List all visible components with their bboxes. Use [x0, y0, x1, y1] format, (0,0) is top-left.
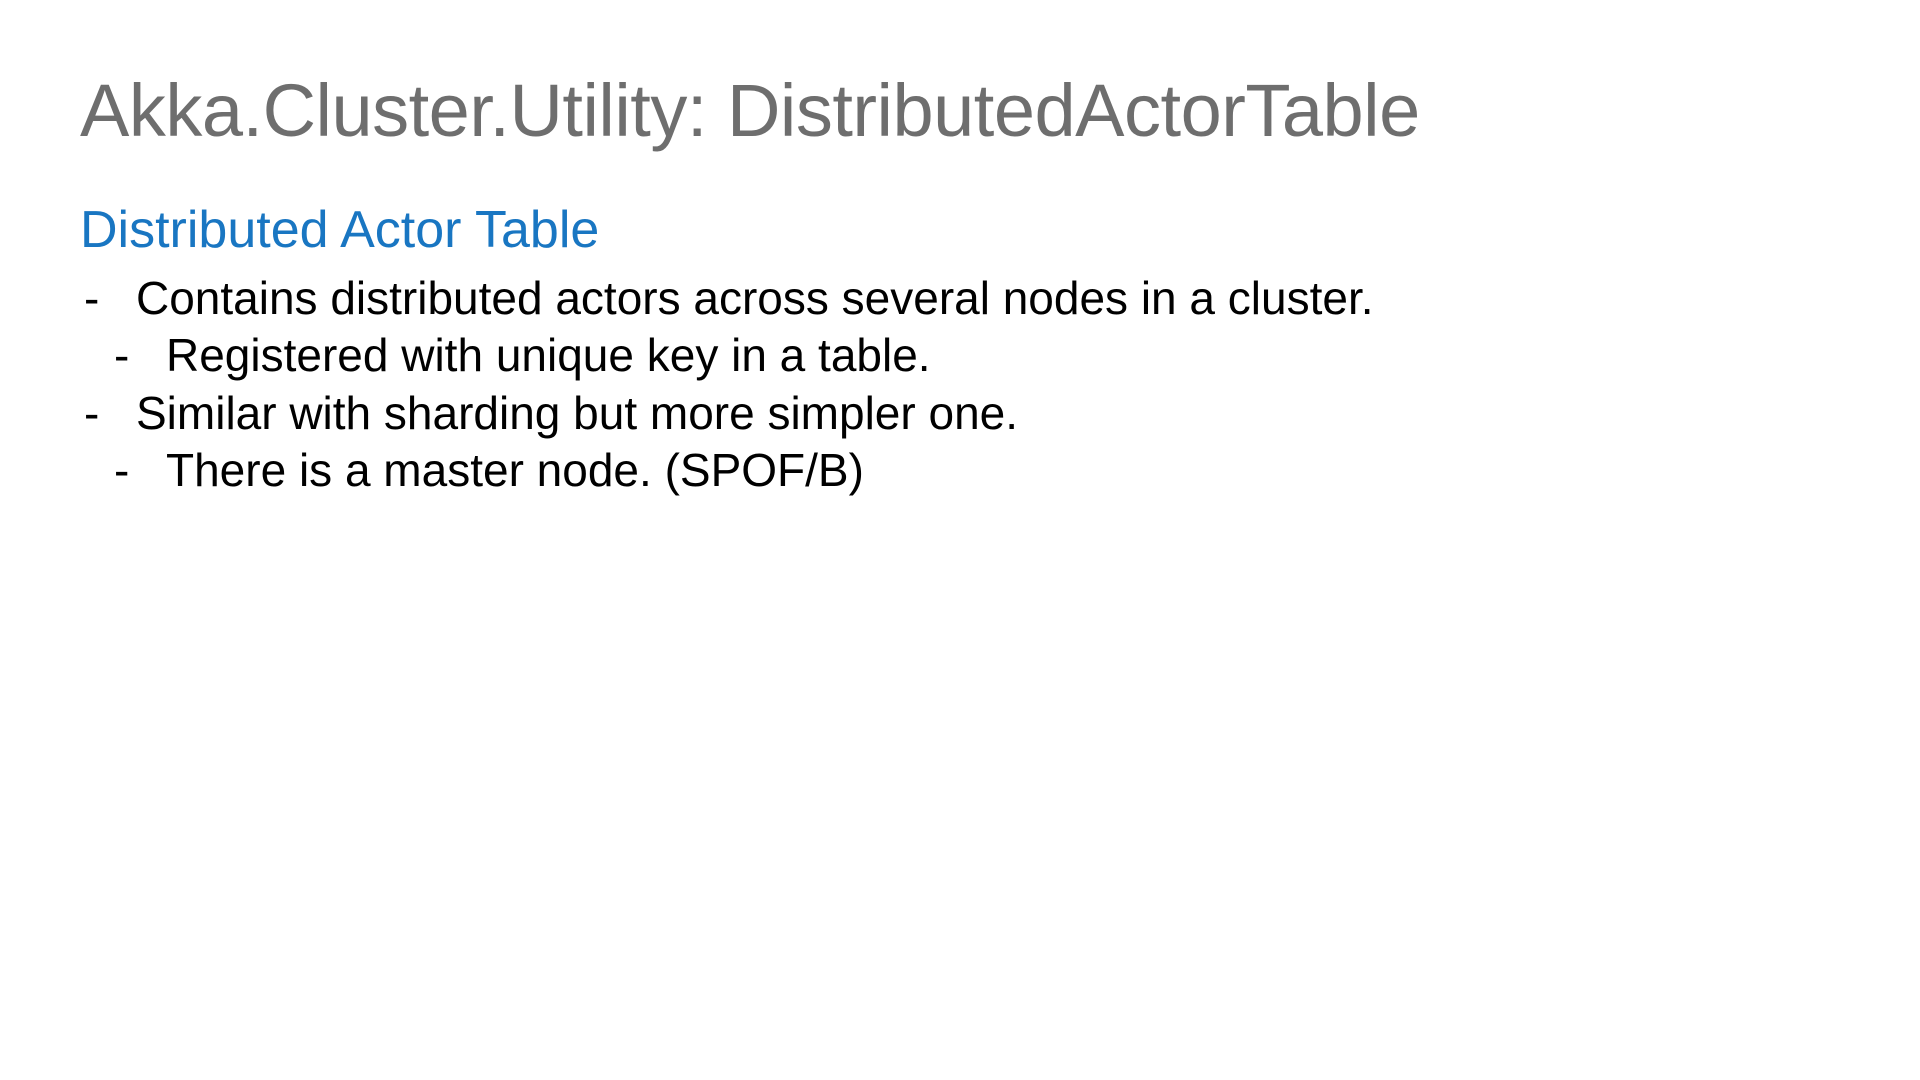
bullet-text: Contains distributed actors across sever…: [136, 270, 1840, 328]
bullet-text: Registered with unique key in a table.: [166, 327, 1840, 385]
list-item: - Similar with sharding but more simpler…: [80, 385, 1840, 443]
slide-subtitle: Distributed Actor Table: [80, 199, 1840, 261]
slide-title: Akka.Cluster.Utility: DistributedActorTa…: [80, 70, 1840, 151]
bullet-text: There is a master node. (SPOF/B): [166, 442, 1840, 500]
list-item: - Registered with unique key in a table.: [80, 327, 1840, 385]
bullet-dash-icon: -: [110, 442, 166, 500]
bullet-dash-icon: -: [110, 327, 166, 385]
bullet-list: - Contains distributed actors across sev…: [80, 270, 1840, 500]
slide-content: Akka.Cluster.Utility: DistributedActorTa…: [0, 0, 1920, 500]
bullet-dash-icon: -: [80, 270, 136, 328]
bullet-dash-icon: -: [80, 385, 136, 443]
list-item: - Contains distributed actors across sev…: [80, 270, 1840, 328]
list-item: - There is a master node. (SPOF/B): [80, 442, 1840, 500]
bullet-text: Similar with sharding but more simpler o…: [136, 385, 1840, 443]
